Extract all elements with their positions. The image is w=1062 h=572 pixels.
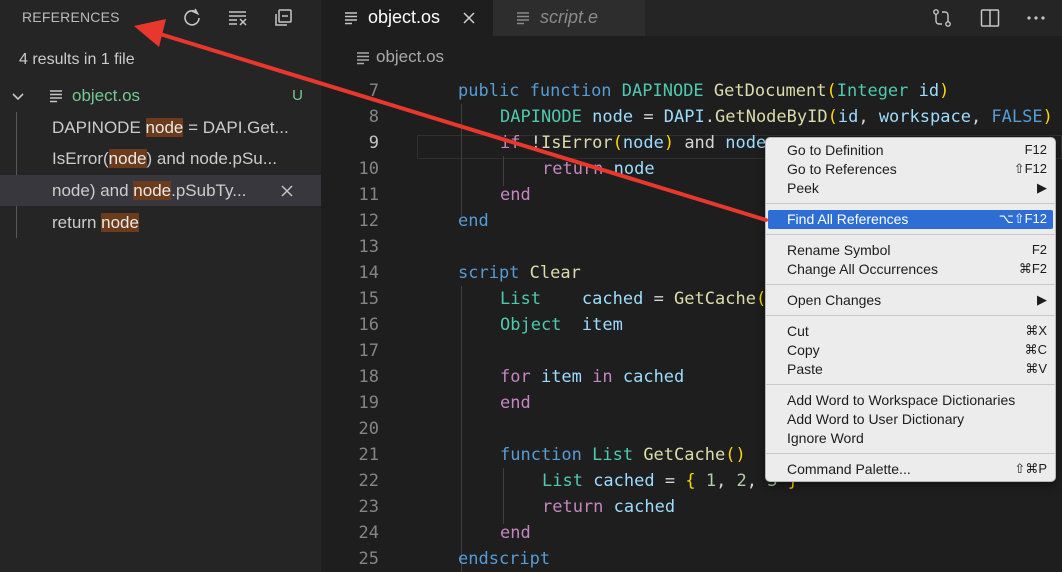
refresh-icon [184,8,200,26]
menu-item-cut[interactable]: Cut ⌘X [768,322,1053,341]
file-lines-icon [517,12,529,25]
reference-text: return node [52,213,139,232]
menu-item-go-to-definition[interactable]: Go to Definition F12 [768,141,1053,160]
references-panel: REFERENCES 4 results in 1 file object.os… [0,0,321,572]
references-title: REFERENCES [22,9,120,25]
code-line: List cached = GetCache( [500,289,767,309]
tab-object-os[interactable]: object.os [321,0,493,36]
menu-item-command-palette[interactable]: Command Palette... ⇧⌘P [768,460,1053,479]
more-actions-button[interactable] [1024,6,1048,30]
close-icon[interactable] [460,9,478,27]
tab-script-e[interactable]: script.e [493,0,645,36]
menu-separator [766,453,1055,454]
split-editor-button[interactable] [978,6,1002,30]
more-actions-icon [1027,16,1045,20]
code-line: for item in cached [500,367,685,387]
menu-item-paste[interactable]: Paste ⌘V [768,360,1053,379]
compare-changes-button[interactable] [930,6,954,30]
tab-label: object.os [368,7,441,27]
menu-separator [766,284,1055,285]
reference-text: node) and node.pSubTy... [52,181,247,200]
reference-item[interactable]: IsError(node) and node.pSu... [0,143,321,174]
code-line: Object item [500,315,623,335]
submenu-arrow-icon: ▶ [1037,180,1047,195]
result-file-name: object.os [72,86,141,105]
menu-separator [766,234,1055,235]
menu-separator [766,384,1055,385]
dismiss-reference-icon[interactable] [278,182,296,200]
context-menu: Go to Definition F12 Go to References ⇧F12… [765,137,1056,482]
code-line: script Clear [458,263,581,283]
file-lines-icon [345,12,357,25]
code-line: end [500,523,531,543]
code-line: return cached [542,497,676,517]
reference-text: DAPINODE node = DAPI.Get... [52,118,289,137]
code-line: return node [542,159,655,179]
code-line: if !IsError(node) and node [500,133,767,153]
chevron-down-icon[interactable] [10,89,26,105]
menu-item-open-changes[interactable]: Open Changes ▶ [768,291,1053,310]
code-line: end [500,185,531,205]
menu-item-copy[interactable]: Copy ⌘C [768,341,1053,360]
breadcrumb[interactable]: object.os [321,36,1062,74]
results-summary: 4 results in 1 file [19,51,135,68]
result-file-row[interactable]: object.os U [0,82,321,110]
menu-item-ignore-word[interactable]: Ignore Word [768,429,1053,448]
reference-item-selected[interactable]: node) and node.pSubTy... [0,175,321,206]
menu-item-rename-symbol[interactable]: Rename Symbol F2 [768,241,1053,260]
reference-text: IsError(node) and node.pSu... [52,149,277,168]
code-line: end [500,393,531,413]
tab-label: script.e [540,7,599,27]
breadcrumb-file[interactable]: object.os [376,47,444,67]
menu-item-change-all-occurrences[interactable]: Change All Occurrences ⌘F2 [768,260,1053,279]
code-line: function List GetCache() [500,445,746,465]
menu-item-find-all-references[interactable]: Find All References ⌥⇧F12 [768,210,1053,229]
file-status-badge: U [292,87,303,104]
menu-item-add-word-workspace[interactable]: Add Word to Workspace Dictionaries [768,391,1053,410]
menu-item-go-to-references[interactable]: Go to References ⇧F12 [768,160,1053,179]
menu-item-peek[interactable]: Peek ▶ [768,179,1053,198]
code-line: public function DAPINODE GetDocument(Int… [458,81,950,101]
submenu-arrow-icon: ▶ [1037,292,1047,307]
code-line: DAPINODE node = DAPI.GetNodeByID(id, wor… [500,107,1053,127]
code-line: end [458,211,489,231]
code-line: List cached = { 1, 2, 3 } [542,471,798,491]
menu-item-add-word-user[interactable]: Add Word to User Dictionary [768,410,1053,429]
reference-item[interactable]: return node [0,207,321,238]
file-lines-icon [50,90,62,103]
clear-results-button[interactable] [226,6,250,30]
file-lines-icon [357,52,369,65]
references-header: REFERENCES [0,0,321,36]
menu-separator [766,315,1055,316]
code-line: endscript [458,549,551,569]
split-editor-icon [980,9,1000,27]
compare-changes-icon [933,9,951,27]
refresh-button[interactable] [180,6,204,30]
clear-all-icon [229,11,247,26]
menu-separator [766,203,1055,204]
collapse-all-button[interactable] [272,6,296,30]
editor-tab-bar: object.os script.e [321,0,1062,36]
collapse-all-icon [275,9,292,26]
reference-item[interactable]: DAPINODE node = DAPI.Get... [0,112,321,143]
